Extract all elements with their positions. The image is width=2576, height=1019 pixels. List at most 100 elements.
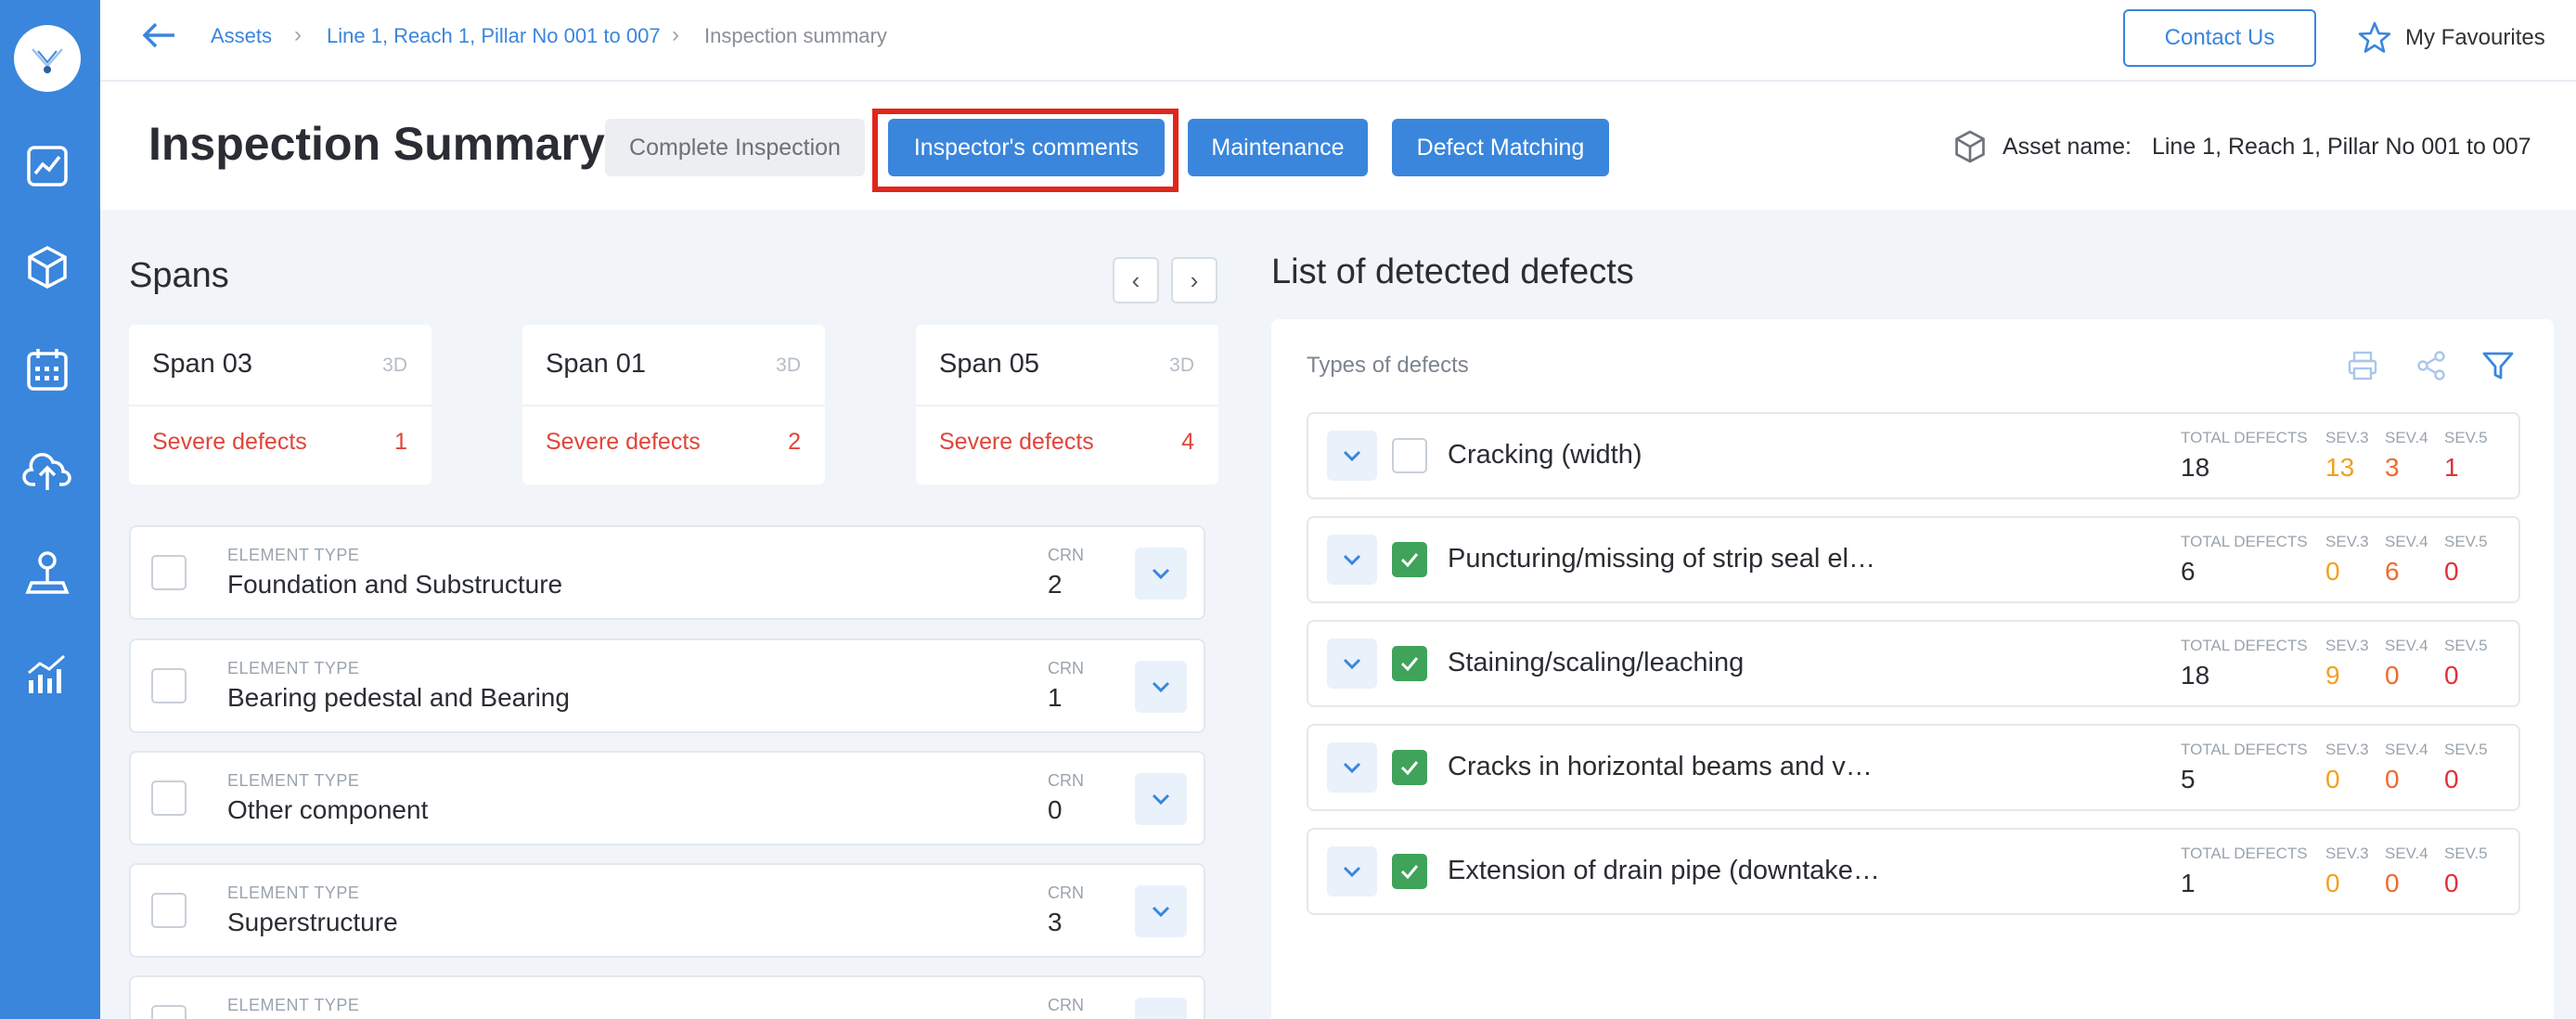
expand-button[interactable] <box>1327 431 1377 481</box>
checkmark-icon <box>1400 865 1419 880</box>
chevron-down-icon <box>1343 762 1361 774</box>
asset-cube-icon[interactable] <box>20 240 74 294</box>
element-checkbox[interactable] <box>151 668 187 703</box>
crn-label: CRN <box>1048 996 1084 1014</box>
defect-checkbox[interactable] <box>1392 646 1427 681</box>
crn-value: 0 <box>1048 795 1063 824</box>
element-checkbox[interactable] <box>151 780 187 816</box>
defect-checkbox[interactable] <box>1392 854 1427 889</box>
defect-row[interactable]: Cracks in horizontal beams and ver… TOTA… <box>1307 724 2520 811</box>
total-defects-value: 18 <box>2181 453 2210 482</box>
element-checkbox[interactable] <box>151 893 187 928</box>
calendar-icon[interactable] <box>20 342 74 396</box>
filter-icon[interactable] <box>2478 345 2518 386</box>
defect-row[interactable]: Extension of drain pipe (downtake … TOTA… <box>1307 828 2520 915</box>
total-defects-value: 6 <box>2181 557 2196 586</box>
top-bar: Assets › Line 1, Reach 1, Pillar No 001 … <box>100 0 2576 82</box>
maintenance-button[interactable]: Maintenance <box>1188 119 1368 176</box>
span-3d-tag[interactable]: 3D <box>1169 355 1194 377</box>
breadcrumb-current: Inspection summary <box>704 24 887 47</box>
expand-button[interactable] <box>1135 998 1187 1019</box>
spans-title: Spans <box>129 256 229 295</box>
expand-button[interactable] <box>1135 773 1187 825</box>
total-defects-label: TOTAL DEFECTS <box>2181 429 2308 446</box>
complete-inspection-button[interactable]: Complete Inspection <box>605 119 865 176</box>
defect-name: Puncturing/missing of strip seal ela… <box>1448 544 1884 574</box>
expand-button[interactable] <box>1135 661 1187 713</box>
element-checkbox[interactable] <box>151 1005 187 1019</box>
severe-defects-label: Severe defects <box>152 429 307 455</box>
sev3-value: 0 <box>2325 869 2340 897</box>
sev5-value: 0 <box>2444 765 2459 793</box>
span-card[interactable]: Span 05 3D Severe defects 4 <box>916 325 1218 484</box>
sev4-value: 0 <box>2385 765 2400 793</box>
chevron-down-icon <box>1152 568 1170 580</box>
span-name: Span 01 <box>546 349 647 379</box>
defect-row[interactable]: Staining/scaling/leaching TOTAL DEFECTS … <box>1307 620 2520 707</box>
print-icon[interactable] <box>2342 345 2383 386</box>
expand-button[interactable] <box>1327 742 1377 793</box>
defect-matching-button[interactable]: Defect Matching <box>1392 119 1609 176</box>
span-divider <box>916 405 1218 406</box>
element-checkbox[interactable] <box>151 555 187 590</box>
total-defects-value: 1 <box>2181 869 2196 897</box>
sev3-label: SEV.3 <box>2325 533 2369 550</box>
expand-button[interactable] <box>1327 535 1377 585</box>
element-row[interactable]: ELEMENT TYPE Other component CRN 0 <box>129 751 1205 845</box>
sev3-label: SEV.3 <box>2325 741 2369 758</box>
cloud-upload-icon[interactable] <box>20 444 74 497</box>
defect-checkbox[interactable] <box>1392 438 1427 473</box>
sev5-label: SEV.5 <box>2444 533 2488 550</box>
sev4-value: 0 <box>2385 869 2400 897</box>
expand-button[interactable] <box>1327 638 1377 689</box>
share-icon[interactable] <box>2411 345 2452 386</box>
element-row[interactable]: ELEMENT TYPE Foundation and Substructure… <box>129 525 1205 620</box>
breadcrumb-separator: › <box>294 22 302 47</box>
element-type-label: ELEMENT TYPE <box>227 884 360 902</box>
breadcrumb-asset[interactable]: Line 1, Reach 1, Pillar No 001 to 007 <box>327 24 661 48</box>
back-arrow-icon[interactable] <box>141 19 182 56</box>
span-card[interactable]: Span 01 3D Severe defects 2 <box>522 325 825 484</box>
chevron-down-icon <box>1152 906 1170 918</box>
spans-next-button[interactable]: › <box>1171 257 1217 303</box>
crn-label: CRN <box>1048 659 1084 677</box>
sev3-label: SEV.3 <box>2325 637 2369 654</box>
total-defects-value: 5 <box>2181 765 2196 793</box>
total-defects-label: TOTAL DEFECTS <box>2181 637 2308 654</box>
inspector-map-pin-icon[interactable] <box>20 546 74 600</box>
defect-row[interactable]: Cracking (width) TOTAL DEFECTS 18 SEV.3 … <box>1307 412 2520 499</box>
element-row[interactable]: ELEMENT TYPE Superstructure CRN 3 <box>129 863 1205 958</box>
expand-button[interactable] <box>1327 846 1377 896</box>
element-row[interactable]: ELEMENT TYPE Bearing pedestal and Bearin… <box>129 638 1205 733</box>
sev3-value: 0 <box>2325 765 2340 793</box>
total-defects-label: TOTAL DEFECTS <box>2181 533 2308 550</box>
chevron-down-icon <box>1343 554 1361 566</box>
breadcrumb-separator: › <box>672 22 679 47</box>
defect-checkbox[interactable] <box>1392 750 1427 785</box>
my-favourites-link[interactable]: My Favourites <box>2357 19 2545 58</box>
contact-us-button[interactable]: Contact Us <box>2123 9 2316 67</box>
expand-button[interactable] <box>1135 548 1187 600</box>
crn-value: 1 <box>1048 683 1063 712</box>
span-3d-tag[interactable]: 3D <box>776 355 801 377</box>
element-type-label: ELEMENT TYPE <box>227 771 360 790</box>
crn-label: CRN <box>1048 884 1084 902</box>
span-3d-tag[interactable]: 3D <box>382 355 407 377</box>
element-row[interactable]: ELEMENT TYPE CRN <box>129 975 1205 1019</box>
breadcrumb-assets[interactable]: Assets <box>211 24 272 48</box>
defect-checkbox[interactable] <box>1392 542 1427 577</box>
defect-row[interactable]: Puncturing/missing of strip seal ela… TO… <box>1307 516 2520 603</box>
sev5-label: SEV.5 <box>2444 741 2488 758</box>
sidebar <box>0 0 100 1019</box>
analytics-bars-icon[interactable] <box>20 647 74 701</box>
logo-mark-icon <box>32 48 63 73</box>
expand-button[interactable] <box>1135 885 1187 937</box>
app-logo[interactable] <box>14 25 81 92</box>
dashboard-chart-icon[interactable] <box>20 139 74 193</box>
severe-defects-count: 4 <box>1181 429 1194 455</box>
asset-cube-icon <box>1955 130 1985 163</box>
span-card[interactable]: Span 03 3D Severe defects 1 <box>129 325 431 484</box>
crn-value: 2 <box>1048 570 1063 599</box>
chevron-down-icon <box>1343 866 1361 878</box>
spans-prev-button[interactable]: ‹ <box>1113 257 1159 303</box>
